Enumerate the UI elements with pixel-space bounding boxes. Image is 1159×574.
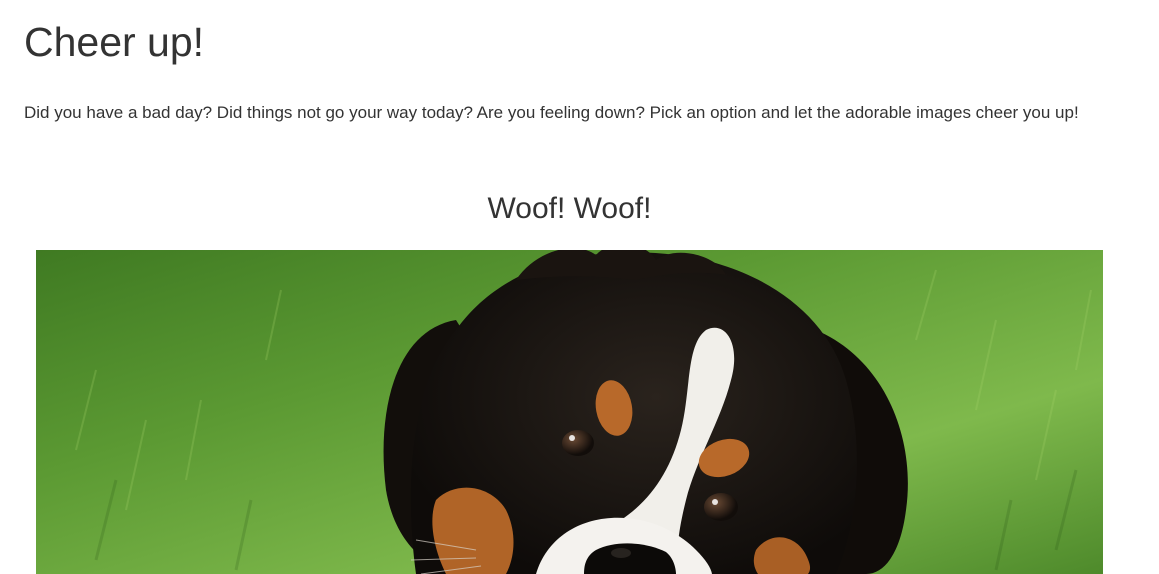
page-title: Cheer up! bbox=[24, 19, 205, 65]
dog-photo-illustration bbox=[36, 250, 1103, 574]
dog-eye-right bbox=[704, 493, 738, 521]
page: Cheer up! Did you have a bad day? Did th… bbox=[0, 0, 1159, 574]
dog-eye-left bbox=[562, 430, 594, 456]
dog-photo bbox=[36, 250, 1103, 574]
intro-text: Did you have a bad day? Did things not g… bbox=[24, 103, 1079, 122]
section-title: Woof! Woof! bbox=[487, 192, 652, 225]
